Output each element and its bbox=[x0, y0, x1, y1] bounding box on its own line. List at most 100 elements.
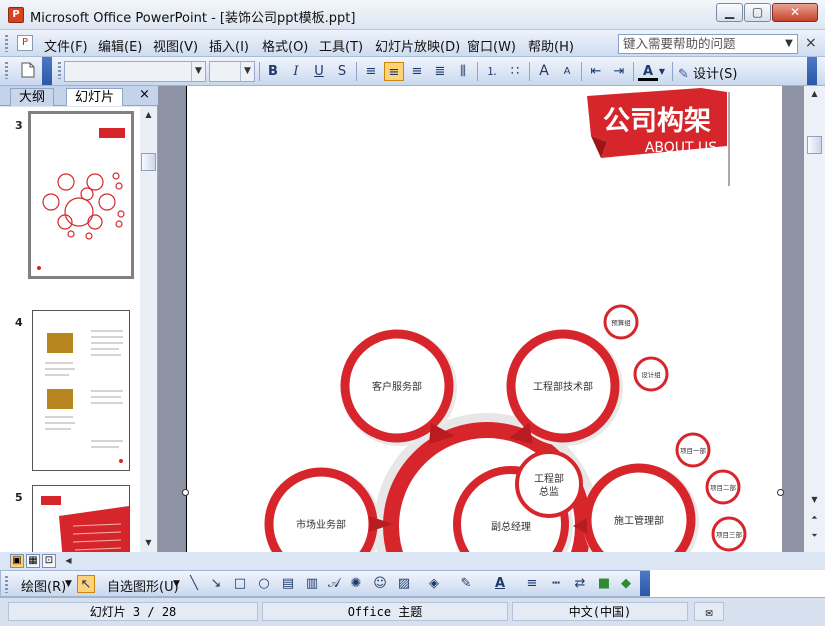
distributed-button[interactable]: ⫼ bbox=[453, 62, 473, 81]
line-style-icon[interactable]: ≡ bbox=[523, 575, 541, 593]
menu-format[interactable]: 格式(O) bbox=[262, 36, 308, 55]
document-icon[interactable]: P bbox=[17, 35, 33, 51]
slide-scrollbar[interactable]: ▲ ▼ ⏶ ⏷ bbox=[804, 86, 825, 552]
select-pointer-icon[interactable]: ↖ bbox=[77, 575, 95, 593]
font-color-button[interactable]: A bbox=[638, 62, 658, 81]
align-left-button[interactable]: ≡ bbox=[361, 62, 381, 81]
diagram-icon[interactable]: ✺ bbox=[347, 575, 365, 593]
scroll-down-arrow[interactable]: ▼ bbox=[806, 492, 823, 508]
shadow-style-icon[interactable]: ■ bbox=[595, 575, 613, 593]
node-label-customer-service: 客户服务部 bbox=[372, 380, 422, 393]
numbering-button[interactable]: ⒈ bbox=[482, 62, 502, 81]
align-center-button[interactable]: ≡ bbox=[384, 62, 404, 81]
next-slide-icon[interactable]: ⏷ bbox=[806, 528, 823, 544]
wordart-icon[interactable]: 𝒜 bbox=[325, 575, 343, 593]
vertical-textbox-icon[interactable]: ▥ bbox=[303, 575, 321, 593]
close-window-button[interactable]: ✕ bbox=[772, 3, 818, 22]
arrow-icon[interactable]: ↘ bbox=[207, 575, 225, 593]
rectangle-icon[interactable]: □ bbox=[231, 575, 249, 593]
slides-scrollbar[interactable]: ▲ ▼ bbox=[140, 107, 157, 552]
theme-indicator: Office 主题 bbox=[262, 602, 508, 621]
scroll-down-arrow[interactable]: ▼ bbox=[140, 535, 157, 551]
menu-slideshow[interactable]: 幻灯片放映(D) bbox=[375, 36, 460, 55]
scroll-up-arrow[interactable]: ▲ bbox=[806, 86, 823, 102]
selection-handle-right[interactable] bbox=[777, 489, 784, 496]
scroll-thumb[interactable] bbox=[141, 153, 156, 171]
textbox-icon[interactable]: ▤ bbox=[279, 575, 297, 593]
shadow-button[interactable]: S bbox=[332, 62, 352, 81]
selection-handle-left[interactable] bbox=[182, 489, 189, 496]
shrink-font-button[interactable]: A bbox=[557, 62, 577, 81]
scroll-thumb[interactable] bbox=[807, 136, 822, 154]
normal-view-icon[interactable]: ▣ bbox=[10, 554, 24, 568]
oval-icon[interactable]: ○ bbox=[255, 575, 273, 593]
tab-outline[interactable]: 大纲 bbox=[10, 88, 55, 106]
toolbar-options-icon[interactable] bbox=[42, 57, 52, 85]
chevron-down-icon[interactable]: ▼ bbox=[657, 62, 667, 81]
toolbar-options-icon[interactable] bbox=[807, 57, 817, 85]
menu-window[interactable]: 窗口(W) bbox=[467, 36, 516, 55]
decrease-indent-button[interactable]: ⇤ bbox=[586, 62, 606, 81]
scroll-left-arrow[interactable]: ◀ bbox=[60, 553, 77, 569]
underline-button[interactable]: U bbox=[309, 62, 329, 81]
minimize-button[interactable]: ▁ bbox=[716, 3, 743, 22]
toolbar-options-icon[interactable] bbox=[640, 571, 650, 596]
close-document-button[interactable]: × bbox=[805, 35, 817, 51]
align-right-button[interactable]: ≡ bbox=[407, 62, 427, 81]
dash-style-icon[interactable]: ┅ bbox=[547, 575, 565, 593]
menu-insert[interactable]: 插入(I) bbox=[209, 36, 249, 55]
autoshapes-button[interactable]: 自选图形(U) bbox=[107, 576, 179, 595]
drawbar-grip[interactable] bbox=[5, 576, 8, 593]
grow-font-button[interactable]: A bbox=[534, 62, 554, 81]
separator bbox=[529, 62, 530, 81]
font-size-combo[interactable]: ▼ bbox=[209, 61, 255, 82]
separator bbox=[356, 62, 357, 81]
arrow-style-icon[interactable]: ⇄ bbox=[571, 575, 589, 593]
close-pane-button[interactable]: × bbox=[139, 87, 150, 102]
justify-button[interactable]: ≣ bbox=[430, 62, 450, 81]
font-color-icon[interactable]: A bbox=[491, 575, 509, 593]
tab-slides[interactable]: 幻灯片 bbox=[66, 88, 124, 106]
menu-view[interactable]: 视图(V) bbox=[153, 36, 198, 55]
bullets-button[interactable]: ∷ bbox=[505, 62, 525, 81]
clipart-icon[interactable]: ☺ bbox=[371, 575, 389, 593]
maximize-button[interactable]: ▢ bbox=[744, 3, 771, 22]
slideshow-view-icon[interactable]: ⊡ bbox=[42, 554, 56, 568]
current-slide[interactable]: 公司构架 ABOUT US 客户服务部 工程部技术部 副总经理 工程部 总监 施… bbox=[186, 86, 782, 558]
increase-indent-button[interactable]: ⇥ bbox=[609, 62, 629, 81]
design-button[interactable]: ✎ 设计(S) bbox=[678, 63, 737, 82]
draw-menu-button[interactable]: 绘图(R) bbox=[21, 576, 66, 595]
fill-color-icon[interactable]: ◈ bbox=[425, 575, 443, 593]
menu-file[interactable]: 文件(F) bbox=[44, 36, 88, 55]
slide-sorter-view-icon[interactable]: ▦ bbox=[26, 554, 40, 568]
slide-thumbnail-3[interactable] bbox=[27, 110, 135, 280]
toolbar-grip-2[interactable] bbox=[58, 62, 61, 79]
bold-button[interactable]: B bbox=[263, 62, 283, 81]
help-search-input[interactable]: 键入需要帮助的问题 bbox=[618, 34, 798, 54]
line-icon[interactable]: ╲ bbox=[185, 575, 203, 593]
spelling-check-icon[interactable]: ✉ bbox=[694, 602, 724, 621]
scroll-up-arrow[interactable]: ▲ bbox=[140, 107, 157, 123]
help-dropdown-arrow[interactable]: ▼ bbox=[780, 34, 798, 54]
chevron-down-icon[interactable]: ▼ bbox=[173, 579, 180, 589]
chevron-down-icon[interactable]: ▼ bbox=[240, 62, 254, 81]
chevron-down-icon[interactable]: ▼ bbox=[191, 62, 205, 81]
menu-edit[interactable]: 编辑(E) bbox=[98, 36, 142, 55]
node-construction-mgmt bbox=[573, 463, 699, 558]
toolbar-grip[interactable] bbox=[5, 62, 8, 79]
font-name-combo[interactable]: ▼ bbox=[64, 61, 206, 82]
new-document-icon[interactable] bbox=[18, 62, 38, 81]
slide-thumbnail-4[interactable] bbox=[32, 310, 130, 471]
previous-slide-icon[interactable]: ⏶ bbox=[806, 510, 823, 526]
powerpoint-app-icon[interactable]: P bbox=[8, 7, 24, 23]
italic-button[interactable]: I bbox=[286, 62, 306, 81]
slide-thumbnail-5[interactable] bbox=[32, 485, 130, 552]
menu-tools[interactable]: 工具(T) bbox=[319, 36, 363, 55]
line-color-icon[interactable]: ✎ bbox=[457, 575, 475, 593]
design-label: 设计(S) bbox=[693, 67, 738, 82]
chevron-down-icon[interactable]: ▼ bbox=[65, 579, 72, 589]
3d-style-icon[interactable]: ◆ bbox=[617, 575, 635, 593]
menu-grip[interactable] bbox=[5, 35, 8, 52]
menu-help[interactable]: 帮助(H) bbox=[528, 36, 574, 55]
picture-icon[interactable]: ▨ bbox=[395, 575, 413, 593]
